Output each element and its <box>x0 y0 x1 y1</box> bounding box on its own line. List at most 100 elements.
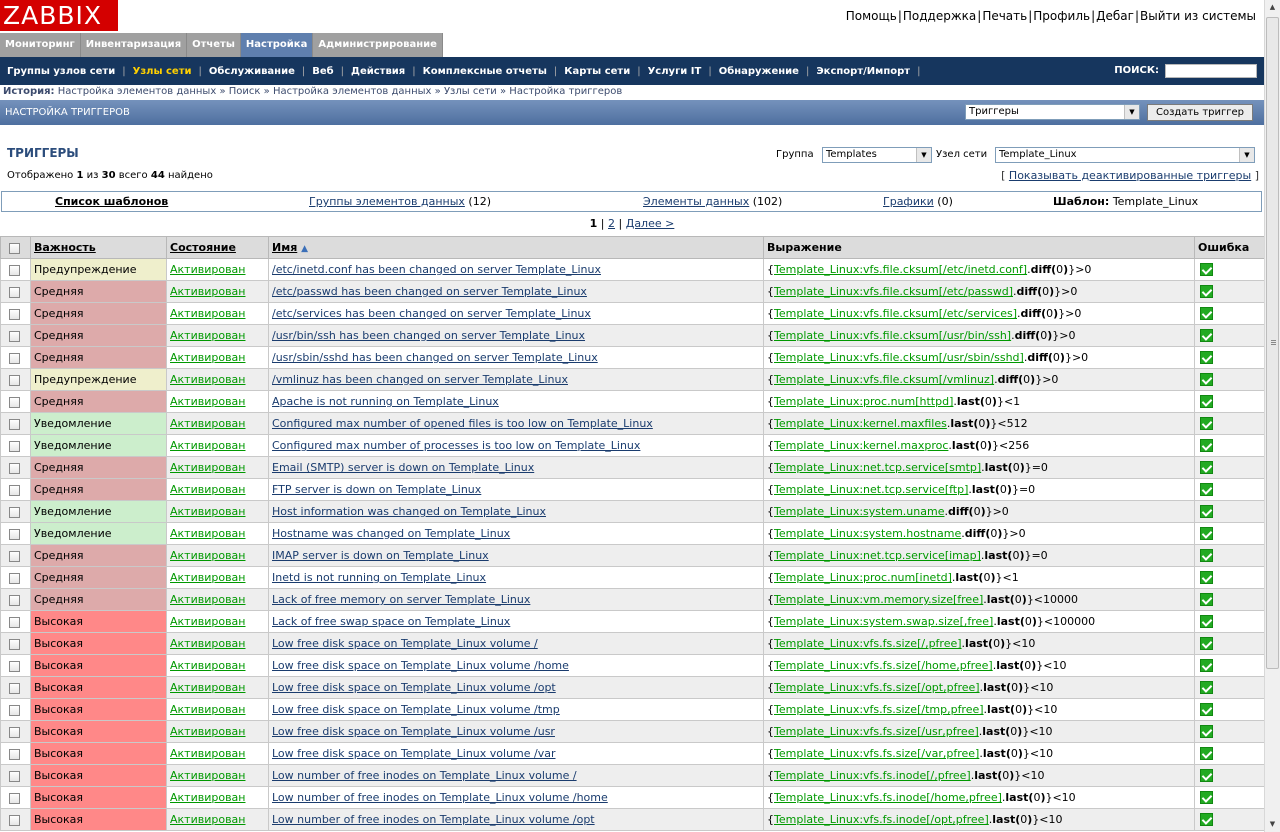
tab-applications[interactable]: Группы элементов данных (12) <box>309 195 491 208</box>
expression-item-link[interactable]: Template_Linux:vfs.fs.size[/home,pfree] <box>774 659 993 672</box>
expression-item-link[interactable]: Template_Linux:vfs.file.cksum[/usr/bin/s… <box>774 329 1011 342</box>
status-link[interactable]: Активирован <box>170 791 246 804</box>
trigger-name-link[interactable]: Low free disk space on Template_Linux vo… <box>272 725 555 738</box>
row-checkbox[interactable] <box>9 748 20 760</box>
submenu-web[interactable]: Веб <box>305 66 340 77</box>
status-link[interactable]: Активирован <box>170 329 246 342</box>
expression-item-link[interactable]: Template_Linux:vfs.file.cksum[/vmlinuz] <box>774 373 994 386</box>
trigger-name-link[interactable]: /etc/services has been changed on server… <box>272 307 591 320</box>
expression-item-link[interactable]: Template_Linux:proc.num[inetd] <box>774 571 952 584</box>
col-status[interactable]: Состояние <box>166 236 269 259</box>
menu-reports[interactable]: Отчеты <box>187 33 241 57</box>
scroll-up-icon[interactable]: ▲ <box>1265 0 1280 15</box>
status-link[interactable]: Активирован <box>170 373 246 386</box>
row-checkbox[interactable] <box>9 440 20 452</box>
row-checkbox[interactable] <box>9 682 20 694</box>
status-link[interactable]: Активирован <box>170 351 246 364</box>
row-checkbox[interactable] <box>9 572 20 584</box>
trigger-name-link[interactable]: Lack of free memory on server Template_L… <box>272 593 530 606</box>
status-link[interactable]: Активирован <box>170 395 246 408</box>
expression-item-link[interactable]: Template_Linux:system.swap.size[,free] <box>774 615 993 628</box>
row-checkbox[interactable] <box>9 286 20 298</box>
status-link[interactable]: Активирован <box>170 769 246 782</box>
submenu-hosts[interactable]: Узлы сети <box>126 66 199 77</box>
row-checkbox[interactable] <box>9 484 20 496</box>
row-checkbox[interactable] <box>9 506 20 518</box>
expression-item-link[interactable]: Template_Linux:vfs.file.cksum[/usr/sbin/… <box>774 351 1024 364</box>
trigger-name-link[interactable]: Apache is not running on Template_Linux <box>272 395 499 408</box>
expression-item-link[interactable]: Template_Linux:vfs.file.cksum[/etc/inetd… <box>774 263 1027 276</box>
status-link[interactable]: Активирован <box>170 637 246 650</box>
status-link[interactable]: Активирован <box>170 549 246 562</box>
status-link[interactable]: Активирован <box>170 593 246 606</box>
row-checkbox[interactable] <box>9 594 20 606</box>
breadcrumb-item[interactable]: Настройка элементов данных <box>273 86 432 97</box>
trigger-name-link[interactable]: Lack of free swap space on Template_Linu… <box>272 615 510 628</box>
row-checkbox[interactable] <box>9 704 20 716</box>
trigger-name-link[interactable]: IMAP server is down on Template_Linux <box>272 549 489 562</box>
expression-item-link[interactable]: Template_Linux:vfs.fs.inode[/home,pfree] <box>774 791 1002 804</box>
status-link[interactable]: Активирован <box>170 659 246 672</box>
group-select[interactable]: Templates ▼ <box>822 147 932 163</box>
trigger-name-link[interactable]: Host information was changed on Template… <box>272 505 546 518</box>
expression-item-link[interactable]: Template_Linux:system.hostname <box>774 527 961 540</box>
submenu-actions[interactable]: Действия <box>344 66 412 77</box>
page-next-link[interactable]: Далее > <box>626 217 675 230</box>
status-link[interactable]: Активирован <box>170 505 246 518</box>
select-all-checkbox[interactable] <box>9 242 20 254</box>
trigger-name-link[interactable]: Low free disk space on Template_Linux vo… <box>272 703 560 716</box>
status-link[interactable]: Активирован <box>170 571 246 584</box>
trigger-name-link[interactable]: Low free disk space on Template_Linux vo… <box>272 747 556 760</box>
page-2-link[interactable]: 2 <box>608 217 615 230</box>
logout-link[interactable]: Выйти из системы <box>1140 9 1256 23</box>
tab-graphs[interactable]: Графики (0) <box>883 195 953 208</box>
show-disabled-link[interactable]: Показывать деактивированные триггеры <box>1009 169 1251 182</box>
expression-item-link[interactable]: Template_Linux:net.tcp.service[smtp] <box>774 461 981 474</box>
breadcrumb-item[interactable]: Узлы сети <box>444 86 497 97</box>
debug-link[interactable]: Дебаг <box>1096 9 1134 23</box>
trigger-name-link[interactable]: /vmlinuz has been changed on server Temp… <box>272 373 568 386</box>
trigger-name-link[interactable]: Low free disk space on Template_Linux vo… <box>272 681 556 694</box>
expression-item-link[interactable]: Template_Linux:vfs.fs.size[/usr,pfree] <box>774 725 979 738</box>
trigger-name-link[interactable]: FTP server is down on Template_Linux <box>272 483 481 496</box>
breadcrumb-item[interactable]: Настройка элементов данных <box>58 86 217 97</box>
expression-item-link[interactable]: Template_Linux:system.uname <box>774 505 944 518</box>
trigger-name-link[interactable]: Low number of free inodes on Template_Li… <box>272 769 577 782</box>
status-link[interactable]: Активирован <box>170 417 246 430</box>
trigger-name-link[interactable]: Configured max number of opened files is… <box>272 417 653 430</box>
vertical-scrollbar[interactable]: ▲ ▼ <box>1264 0 1280 832</box>
submenu-discovery[interactable]: Обнаружение <box>712 66 806 77</box>
expression-item-link[interactable]: Template_Linux:proc.num[httpd] <box>774 395 953 408</box>
breadcrumb-item[interactable]: Поиск <box>229 86 261 97</box>
applications-link[interactable]: Группы элементов данных <box>309 195 465 208</box>
sort-name-link[interactable]: Имя <box>272 241 297 254</box>
host-select[interactable]: Template_Linux ▼ <box>995 147 1255 163</box>
template-list-link[interactable]: Список шаблонов <box>55 195 168 208</box>
scroll-thumb[interactable] <box>1266 17 1279 669</box>
row-checkbox[interactable] <box>9 418 20 430</box>
print-link[interactable]: Печать <box>982 9 1027 23</box>
sort-status-link[interactable]: Состояние <box>170 241 236 254</box>
trigger-name-link[interactable]: Hostname was changed on Template_Linux <box>272 527 510 540</box>
trigger-name-link[interactable]: Low free disk space on Template_Linux vo… <box>272 637 538 650</box>
row-checkbox[interactable] <box>9 726 20 738</box>
status-link[interactable]: Активирован <box>170 483 246 496</box>
expression-item-link[interactable]: Template_Linux:kernel.maxproc <box>774 439 948 452</box>
status-link[interactable]: Активирован <box>170 285 246 298</box>
trigger-name-link[interactable]: Low number of free inodes on Template_Li… <box>272 791 608 804</box>
help-link[interactable]: Помощь <box>846 9 897 23</box>
row-checkbox[interactable] <box>9 638 20 650</box>
status-link[interactable]: Активирован <box>170 263 246 276</box>
status-link[interactable]: Активирован <box>170 615 246 628</box>
row-checkbox[interactable] <box>9 528 20 540</box>
row-checkbox[interactable] <box>9 770 20 782</box>
menu-administration[interactable]: Администрирование <box>313 33 443 57</box>
trigger-name-link[interactable]: /usr/bin/ssh has been changed on server … <box>272 329 585 342</box>
status-link[interactable]: Активирован <box>170 703 246 716</box>
status-link[interactable]: Активирован <box>170 747 246 760</box>
menu-monitoring[interactable]: Мониторинг <box>0 33 81 57</box>
graphs-link[interactable]: Графики <box>883 195 934 208</box>
trigger-name-link[interactable]: /usr/sbin/sshd has been changed on serve… <box>272 351 598 364</box>
breadcrumb-item[interactable]: Настройка триггеров <box>509 86 622 97</box>
expression-item-link[interactable]: Template_Linux:vfs.fs.size[/,pfree] <box>774 637 962 650</box>
